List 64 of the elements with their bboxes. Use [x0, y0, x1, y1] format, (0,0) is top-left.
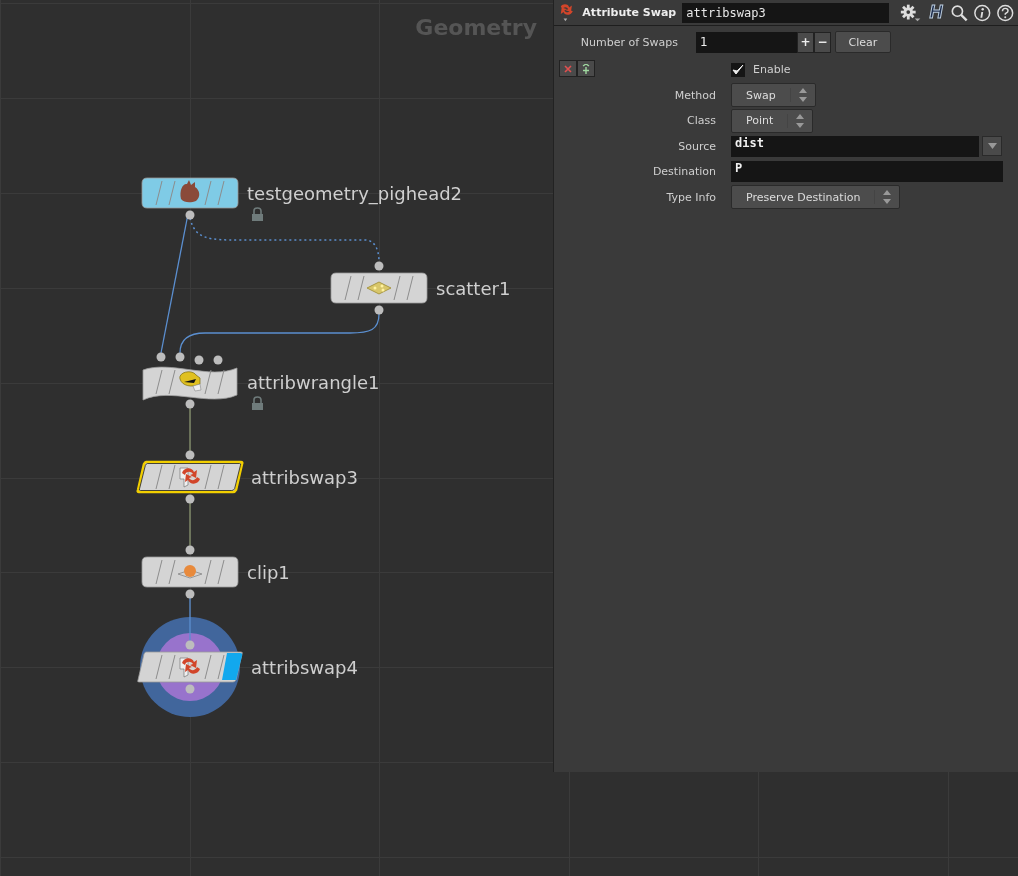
lock-icon [252, 396, 263, 410]
diamond-icon [366, 281, 392, 295]
input-port[interactable] [185, 450, 195, 460]
field-label: Class [686, 114, 717, 128]
dropdown-menu[interactable]: Point [731, 108, 814, 133]
field-label: Type Info [665, 190, 717, 204]
search-icon[interactable] [950, 2, 969, 23]
node[interactable]: clip1 [141, 545, 290, 599]
remove-button[interactable]: − [814, 31, 831, 53]
remove-instance-button[interactable] [559, 60, 577, 77]
node-body[interactable] [141, 556, 239, 588]
insert-instance-button[interactable] [577, 60, 595, 77]
arrows-icon [179, 467, 200, 488]
close-icon [564, 64, 572, 73]
node[interactable]: attribswap4 [137, 640, 358, 694]
info-icon[interactable] [973, 2, 992, 23]
add-button[interactable]: + [797, 31, 814, 53]
output-port[interactable] [185, 589, 195, 599]
wire [189, 597, 191, 643]
dropdown-menu[interactable]: Preserve Destination [731, 185, 901, 210]
node[interactable]: attribwrangle1 [142, 352, 380, 410]
node-label: testgeometry_pighead2 [247, 183, 463, 204]
field-label: Source [677, 139, 717, 153]
node-body[interactable] [141, 177, 239, 209]
hat-icon [179, 371, 202, 392]
sphere-icon [177, 565, 203, 579]
output-port[interactable] [374, 305, 384, 315]
node[interactable]: attribswap3 [136, 450, 358, 504]
node-label: attribwrangle1 [247, 372, 380, 393]
node[interactable]: testgeometry_pighead2 [141, 177, 463, 221]
pig-head-icon [180, 180, 200, 203]
node[interactable]: scatter1 [330, 261, 511, 315]
count-field[interactable]: 1 [696, 31, 797, 53]
node-type-label: Attribute Swap [582, 6, 677, 19]
lock-icon [252, 207, 263, 221]
gear-icon[interactable] [899, 2, 922, 23]
wire [189, 406, 191, 452]
text-field[interactable]: dist [731, 135, 979, 157]
node-name-field[interactable]: attribswap3 [682, 2, 890, 23]
input-port[interactable] [374, 261, 384, 271]
node-label: attribswap3 [251, 467, 358, 488]
node-label: clip1 [247, 562, 290, 583]
node-label: scatter1 [436, 278, 511, 299]
wire [189, 502, 191, 547]
dropdown-menu[interactable]: Swap [731, 83, 816, 108]
field-label: Destination [651, 165, 717, 179]
input-port[interactable] [185, 640, 195, 650]
insert-icon [582, 63, 590, 74]
output-port[interactable] [185, 399, 195, 409]
output-port[interactable] [185, 494, 195, 504]
input-port[interactable] [185, 545, 195, 555]
help-icon[interactable] [995, 2, 1014, 23]
dropdown-button[interactable] [982, 136, 1002, 157]
text-field[interactable]: P [731, 161, 1003, 183]
node-body[interactable] [330, 272, 428, 304]
output-port[interactable] [185, 210, 195, 220]
field-label: Method [673, 88, 717, 102]
node-label: attribswap4 [251, 657, 358, 678]
arrows-icon [179, 657, 200, 678]
caret-icon [987, 143, 997, 150]
checkbox-label: Enable [753, 63, 791, 77]
checkbox[interactable] [731, 62, 745, 77]
field-label: Number of Swaps [579, 35, 678, 49]
clear-button[interactable]: Clear [835, 31, 891, 53]
